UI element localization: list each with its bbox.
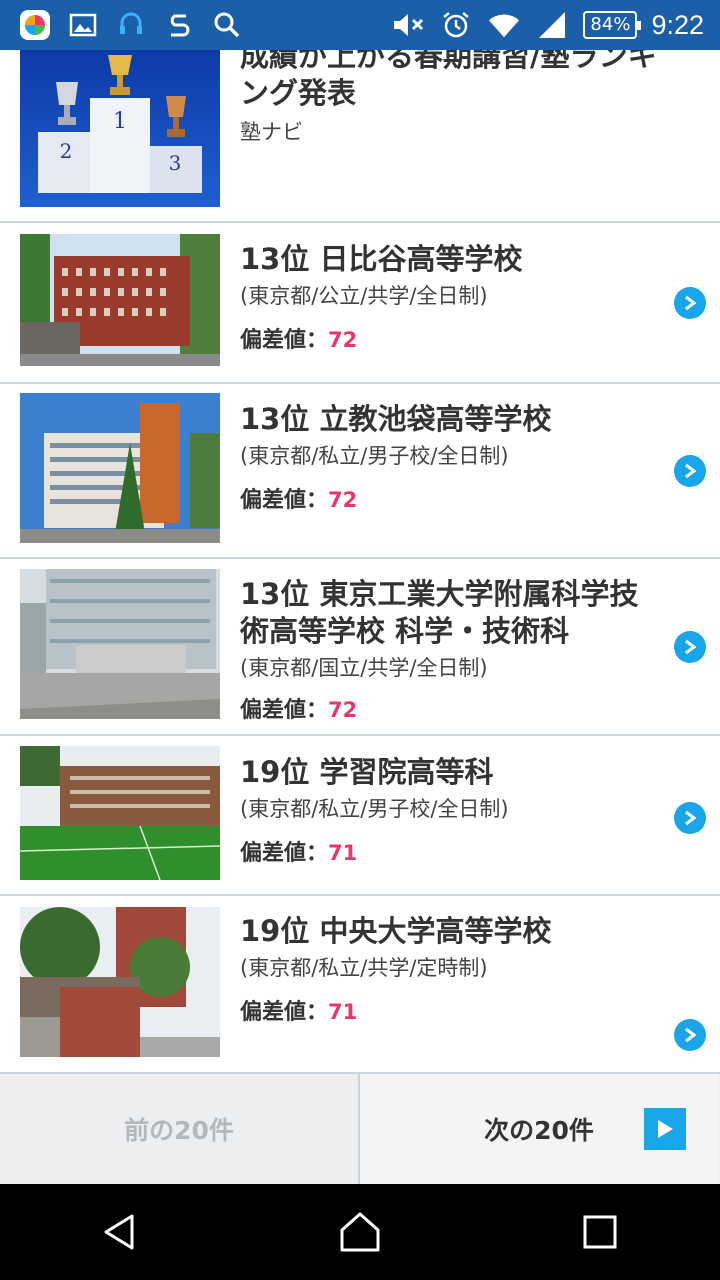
trophy-podium-image: 1 2 3 [20, 50, 220, 207]
headset-icon [114, 8, 148, 42]
deviation-score: 偏差値：72 [240, 482, 660, 514]
school-photo [20, 569, 220, 719]
banner-source: 塾ナビ [240, 120, 303, 144]
school-rank-title: 19位 中央大学高等学校 [240, 914, 552, 948]
school-list-item[interactable]: 19位 学習院高等科 (東京都/私立/男子校/全日制) 偏差値：71 [0, 736, 720, 896]
school-list-item[interactable]: 13位 日比谷高等学校 (東京都/公立/共学/全日制) 偏差値：72 [0, 223, 720, 384]
deviation-label: 偏差値： [240, 841, 329, 866]
next-page-label: 次の20件 [484, 1116, 594, 1145]
app-launcher-icon [18, 8, 52, 42]
deviation-score: 偏差値：72 [240, 322, 660, 354]
school-info: (東京都/国立/共学/全日制) [240, 656, 488, 680]
deviation-label: 偏差値： [240, 488, 329, 513]
school-list-item[interactable]: 19位 中央大学高等学校 (東京都/私立/共学/定時制) 偏差値：71 [0, 896, 720, 1072]
pagination-bar: 前の20件 次の20件 [0, 1072, 720, 1184]
school-rank-title: 13位 日比谷高等学校 [240, 242, 523, 276]
deviation-value: 72 [328, 328, 358, 352]
wifi-icon [487, 8, 521, 42]
mute-icon [391, 8, 425, 42]
deviation-value: 72 [328, 488, 358, 512]
school-info: (東京都/私立/男子校/全日制) [240, 444, 509, 468]
deviation-value: 71 [328, 841, 358, 865]
home-icon[interactable] [320, 1192, 400, 1272]
school-photo [20, 393, 220, 543]
school-rank-title: 19位 学習院高等科 [240, 755, 494, 789]
school-photo [20, 746, 220, 880]
svg-text:2: 2 [60, 139, 73, 163]
status-bar: 84% 9:22 [0, 0, 720, 50]
chevron-right-icon[interactable] [674, 455, 706, 487]
s-app-icon [162, 8, 196, 42]
school-info: (東京都/公立/共学/全日制) [240, 284, 488, 308]
svg-text:1: 1 [113, 109, 127, 134]
next-page-button[interactable]: 次の20件 [360, 1074, 718, 1184]
deviation-score: 偏差値：72 [240, 692, 660, 724]
deviation-value: 71 [328, 1000, 358, 1024]
school-photo [20, 907, 220, 1057]
deviation-label: 偏差値： [240, 1000, 329, 1025]
chevron-right-icon[interactable] [674, 1019, 706, 1051]
school-list-item[interactable]: 13位 立教池袋高等学校 (東京都/私立/男子校/全日制) 偏差値：72 [0, 384, 720, 559]
banner-title: 成績が上がる春期講習/塾ランキング発表 [240, 50, 657, 110]
signal-icon [535, 8, 569, 42]
deviation-label: 偏差値： [240, 328, 329, 353]
navigation-bar [0, 1184, 720, 1280]
chevron-right-icon[interactable] [674, 287, 706, 319]
prev-page-button[interactable]: 前の20件 [0, 1074, 360, 1184]
alarm-icon [439, 8, 473, 42]
play-arrow-icon[interactable] [644, 1108, 686, 1150]
school-rank-title: 13位 立教池袋高等学校 [240, 402, 552, 436]
deviation-score: 偏差値：71 [240, 994, 660, 1026]
school-info: (東京都/私立/男子校/全日制) [240, 797, 509, 821]
school-info: (東京都/私立/共学/定時制) [240, 956, 488, 980]
ranking-list[interactable]: 1 2 3 成績が上がる春期講習/塾ランキング発表 塾ナビ 13位 日比谷高等学… [0, 50, 720, 1072]
battery-indicator: 84% [583, 11, 642, 39]
back-icon[interactable] [80, 1192, 160, 1272]
school-list-item[interactable]: 13位 東京工業大学附属科学技術高等学校 科学・技術科 (東京都/国立/共学/全… [0, 559, 720, 736]
search-icon [210, 8, 244, 42]
recent-apps-icon[interactable] [560, 1192, 640, 1272]
deviation-score: 偏差値：71 [240, 835, 660, 867]
ranking-banner[interactable]: 1 2 3 成績が上がる春期講習/塾ランキング発表 塾ナビ [0, 50, 720, 223]
school-rank-title: 13位 東京工業大学附属科学技術高等学校 科学・技術科 [240, 577, 639, 648]
deviation-value: 72 [328, 698, 358, 722]
gallery-icon [66, 8, 100, 42]
svg-text:3: 3 [169, 151, 182, 175]
school-photo [20, 234, 220, 366]
chevron-right-icon[interactable] [674, 802, 706, 834]
clock: 9:22 [651, 9, 704, 40]
chevron-right-icon[interactable] [674, 631, 706, 663]
deviation-label: 偏差値： [240, 698, 329, 723]
